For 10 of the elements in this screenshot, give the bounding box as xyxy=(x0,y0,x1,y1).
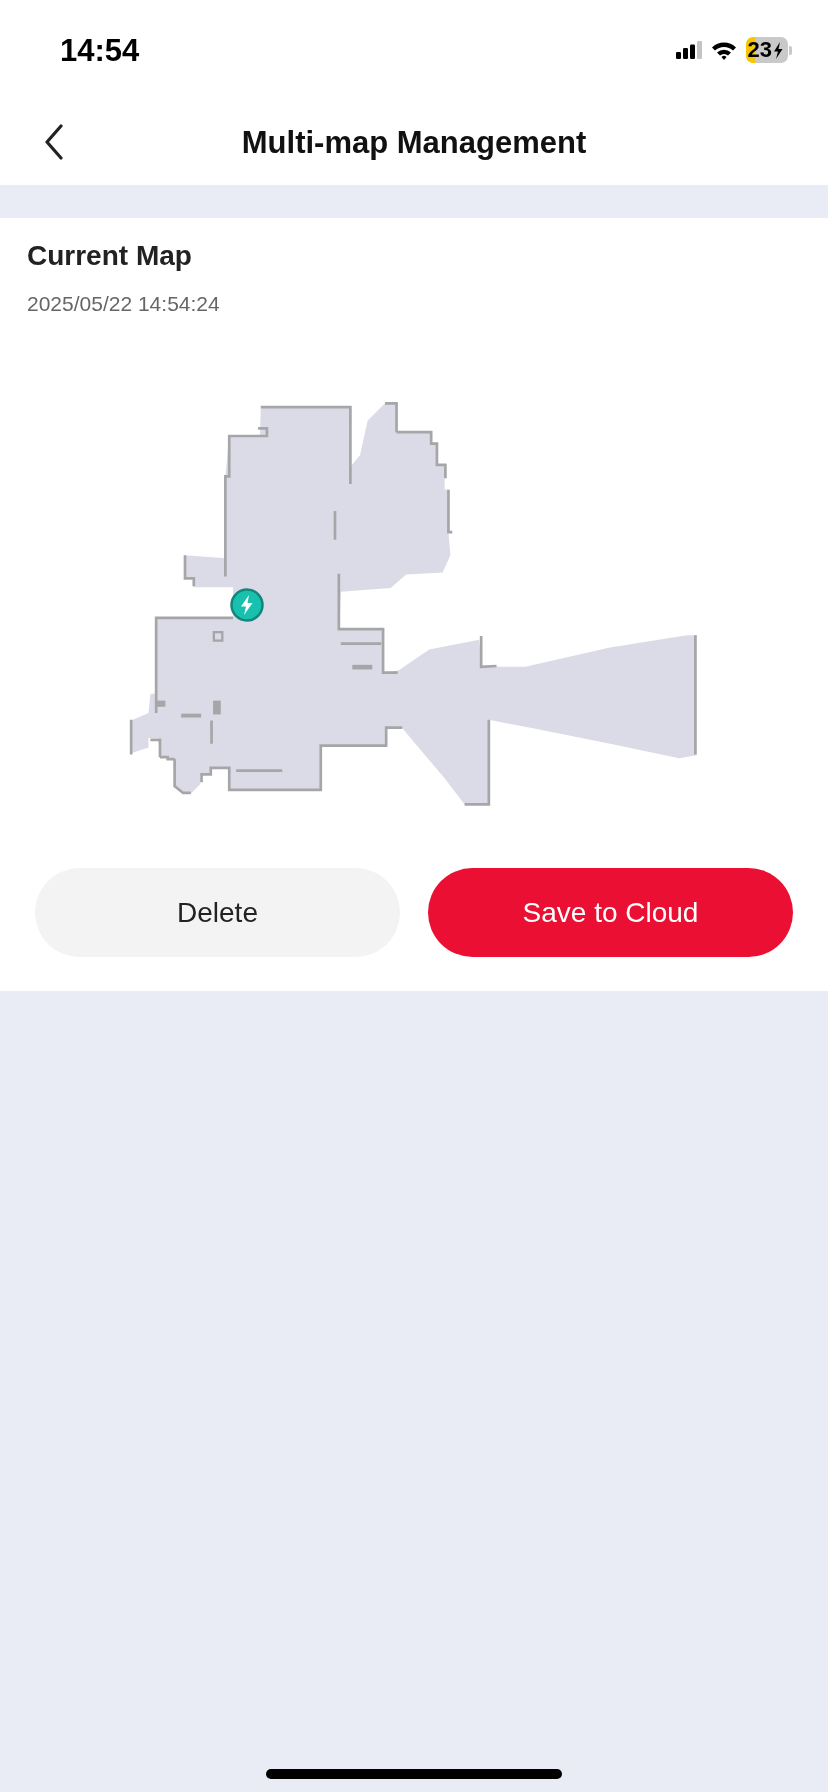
wifi-icon xyxy=(710,40,737,60)
map-date: 2025/05/22 14:54:24 xyxy=(27,292,221,316)
delete-button[interactable]: Delete xyxy=(35,868,400,957)
save-button[interactable]: Save to Cloud xyxy=(428,868,793,957)
signal-icon xyxy=(675,41,702,59)
back-icon[interactable] xyxy=(44,124,64,160)
map-title: Current Map xyxy=(27,240,193,272)
status-time: 14:54 xyxy=(60,33,140,69)
page-title: Multi-map Management xyxy=(241,124,587,161)
charging-bolt-icon xyxy=(773,41,783,59)
